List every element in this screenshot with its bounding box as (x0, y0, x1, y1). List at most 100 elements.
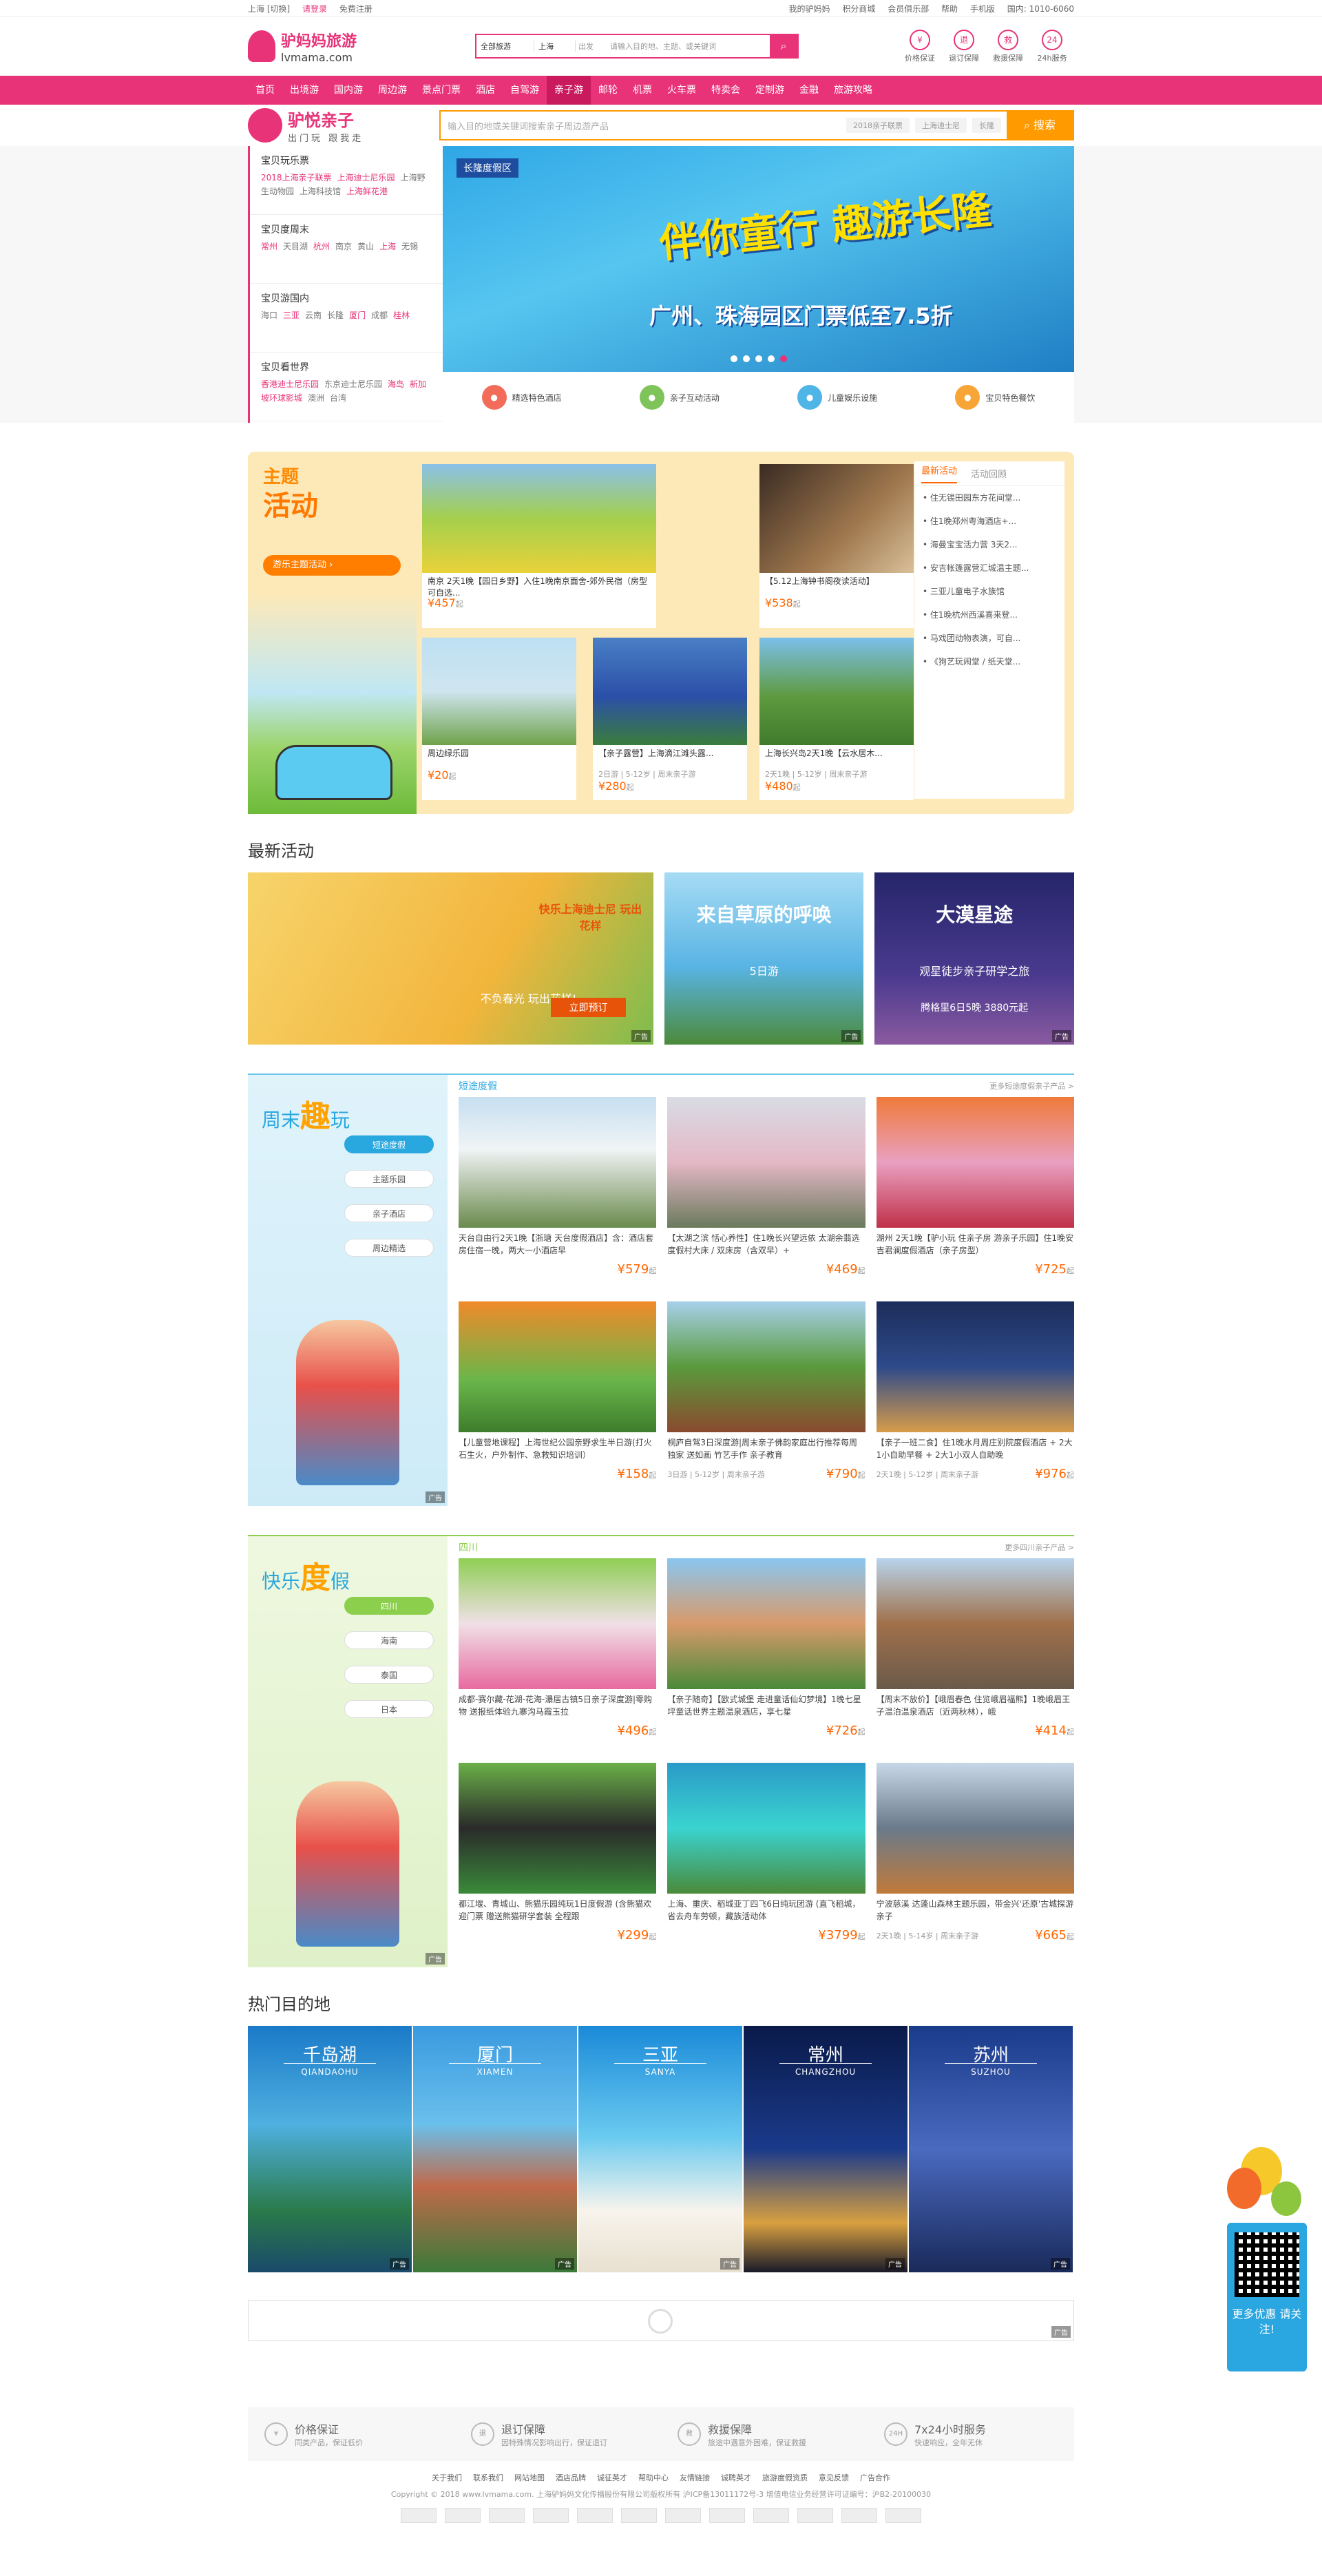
theme-card[interactable]: 【亲子露营】上海滴江滩头露... 2日游 | 5-12岁 | 周末亲子游 ¥280起 (593, 638, 747, 800)
feature-item[interactable]: ● 亲子互动活动 (600, 372, 758, 423)
footer-link[interactable]: 联系我们 (473, 2473, 503, 2482)
category-link[interactable]: 澳洲 (308, 393, 324, 403)
cert-badge-icon[interactable] (665, 2508, 701, 2523)
header-service-item[interactable]: ¥ 价格保证 (898, 29, 942, 63)
category-link[interactable]: 无锡 (401, 242, 418, 251)
top-link[interactable]: 我的驴妈妈 (789, 4, 830, 14)
cert-badge-icon[interactable] (885, 2508, 921, 2523)
theme-card[interactable]: 周边绿乐园 ¥20起 (422, 638, 576, 800)
product-card[interactable]: 【周末不放价】【峨眉春色 住览峨眉福熊】1晚峨眉王子温泊温泉酒店（近两秋林），峨… (876, 1558, 1074, 1753)
banner-dot[interactable] (779, 355, 787, 362)
more-link[interactable]: 更多短途度假亲子产品 > (989, 1080, 1074, 1091)
footer-link[interactable]: 诚征英才 (597, 2473, 627, 2482)
theme-card[interactable]: 【5.12上海钟书阁夜读活动】 ¥538起 (759, 464, 914, 628)
footer-link[interactable]: 旅游度假资质 (762, 2473, 808, 2482)
product-card[interactable]: 【亲子一班二食】住1晚水月周庄别院度假酒店 + 2大1小自助早餐 + 2大1小双… (876, 1301, 1074, 1496)
theme-side-tab[interactable]: 最新活动 (921, 463, 958, 483)
banner-dot[interactable] (767, 355, 775, 362)
product-card[interactable]: 【太湖之滨 恬心养性】住1晚长兴望远依 太湖余翡选度假村大床 / 双床房（含双早… (667, 1097, 865, 1292)
feature-item[interactable]: ● 宝贝特色餐饮 (916, 372, 1074, 423)
theme-side-item[interactable]: • 住1晚杭州西溪喜来登... (914, 603, 1064, 627)
product-card[interactable]: 成都-赛尔藏-花湖-花海-瀑居古镇5日亲子深度游|零购物 送报纸体验九寨沟马霞玉… (459, 1558, 657, 1753)
parent-search-button[interactable]: ⌕ 搜索 (1007, 112, 1073, 139)
cert-badge-icon[interactable] (709, 2508, 745, 2523)
guarantee-item[interactable]: 退退订保障 因特殊情况影响出行，保证退订 (454, 2420, 661, 2448)
search-tag[interactable]: 长隆 (972, 118, 1001, 133)
theme-card[interactable]: 上海长兴岛2天1晚【云水居木... 2天1晚 | 5-12岁 | 周末亲子游 ¥48… (759, 638, 914, 800)
category-link[interactable]: 上海迪士尼乐园 (337, 173, 395, 182)
category-link[interactable]: 海口 (261, 311, 277, 320)
nav-item[interactable]: 特卖会 (704, 76, 748, 105)
guarantee-item[interactable]: 救救援保障 旅途中遇意外困难，保证救援 (661, 2420, 868, 2448)
nav-item[interactable]: 火车票 (660, 76, 704, 105)
cert-badge-icon[interactable] (445, 2508, 481, 2523)
nav-item[interactable]: 周边游 (370, 76, 415, 105)
product-card[interactable]: 桐庐自驾3日深度游|周末亲子佛韵家庭出行推荐每周独家 送如画 竹艺手作 亲子教育… (667, 1301, 865, 1496)
destination-card[interactable]: 三亚 SANYA 广告 (578, 2026, 744, 2272)
footer-link[interactable]: 关于我们 (432, 2473, 462, 2482)
theme-side-item[interactable]: • 马戏团动物表演，可自... (914, 627, 1064, 650)
category-link[interactable]: 天目湖 (283, 242, 308, 251)
banner-dot[interactable] (742, 355, 750, 362)
category-link[interactable]: 2018上海亲子联票 (261, 173, 332, 182)
nav-item[interactable]: 机票 (625, 76, 660, 105)
category-link[interactable]: 桂林 (393, 311, 410, 320)
product-card[interactable]: 湖州 2天1晚【驴小玩 住亲子房 游亲子乐园】住1晚安吉君澜度假酒店（亲子房型）… (876, 1097, 1074, 1292)
theme-side-item[interactable]: • 《狗艺玩闹堂 / 纸天堂... (914, 650, 1064, 673)
header-service-item[interactable]: 24 24h服务 (1030, 29, 1074, 63)
activity-banner[interactable]: 来自草原的呼唤 5日游 广告 (664, 872, 864, 1045)
search-city-select[interactable]: 上海 (534, 41, 576, 52)
footer-link[interactable]: 网站地图 (514, 2473, 545, 2482)
destination-card[interactable]: 千岛湖 QIANDAOHU 广告 (248, 2026, 413, 2272)
footer-link[interactable]: 帮助中心 (638, 2473, 669, 2482)
nav-item[interactable]: 金融 (792, 76, 826, 105)
nav-item[interactable]: 自驾游 (503, 76, 547, 105)
banner-dot[interactable] (730, 355, 737, 362)
nav-item[interactable]: 旅游攻略 (826, 76, 880, 105)
theme-side-item[interactable]: • 海曼宝宝活力营 3天2... (914, 533, 1064, 556)
product-card[interactable]: 【儿童营地课程】上海世纪公园亲野求生半日游(打火石生火，户外制作、急救知识培训）… (459, 1301, 657, 1496)
activity-banner-button[interactable]: 腾格里6日5晚 3880元起 (895, 998, 1053, 1017)
theme-side-tab[interactable]: 活动回顾 (971, 467, 1007, 480)
search-button[interactable]: ⌕ (770, 34, 797, 58)
activity-banner-button[interactable]: 立即预订 (551, 998, 626, 1017)
category-link[interactable]: 三亚 (283, 311, 300, 320)
activity-banner[interactable]: 大漠星途 观星徒步亲子研学之旅 腾格里6日5晚 3880元起 广告 (874, 872, 1074, 1045)
login-link[interactable]: 请登录 (302, 4, 327, 14)
theme-card[interactable]: 南京 2天1晚【园日乡野】入住1晚南京面舍-郊外民宿（房型可自选... ¥457起 (422, 464, 656, 628)
cert-badge-icon[interactable] (753, 2508, 789, 2523)
search-input[interactable]: 请输入目的地、主题、或关键词 (610, 41, 770, 52)
guarantee-item[interactable]: 24H 7x24小时服务 快速响应，全年无休 (868, 2420, 1074, 2448)
cert-badge-icon[interactable] (797, 2508, 833, 2523)
section-tab[interactable]: 短途度假 (344, 1135, 434, 1153)
theme-pill-button[interactable]: 游乐主题活动 › (263, 555, 401, 576)
top-link[interactable]: 积分商城 (842, 4, 875, 14)
footer-link[interactable]: 广告合作 (860, 2473, 890, 2482)
product-card[interactable]: 宁波慈溪 达蓬山森林主题乐园，带金兴'还原'古城探游亲子 2天1晚 | 5-14岁… (876, 1763, 1074, 1958)
search-tag[interactable]: 2018亲子联票 (846, 118, 910, 133)
section-tab[interactable]: 泰国 (344, 1666, 434, 1684)
parent-logo[interactable]: 驴悦亲子 出门玩 跟我走 (248, 107, 413, 144)
theme-side-item[interactable]: • 住1晚郑州粤海酒店+... (914, 510, 1064, 533)
cert-badge-icon[interactable] (401, 2508, 437, 2523)
guarantee-item[interactable]: ¥ 价格保证 同类产品，保证低价 (248, 2420, 454, 2448)
activity-banner[interactable]: 快乐上海迪士尼 玩出花样 不负春光 玩出花样! 立即预订 广告 (248, 872, 653, 1045)
top-link[interactable]: 会员俱乐部 (888, 4, 929, 14)
footer-link[interactable]: 酒店品牌 (556, 2473, 586, 2482)
footer-link[interactable]: 诚聘英才 (721, 2473, 751, 2482)
category-link[interactable]: 成都 (371, 311, 388, 320)
nav-item[interactable]: 定制游 (748, 76, 792, 105)
feature-item[interactable]: ● 精选特色酒店 (443, 372, 600, 423)
search-departure[interactable]: 出发 (576, 41, 610, 52)
category-title[interactable]: 宝贝玩乐票 (261, 154, 432, 168)
category-link[interactable]: 上海科技馆 (300, 187, 341, 196)
search-tag[interactable]: 上海迪士尼 (915, 118, 967, 133)
more-link[interactable]: 更多四川亲子产品 > (1005, 1542, 1074, 1553)
nav-item[interactable]: 首页 (248, 76, 282, 105)
product-card[interactable]: 天台自由行2天1晚【浙瑭 天台度假酒店】含：酒店套房住宿一晚，两大一小酒店早 ¥5… (459, 1097, 657, 1292)
category-link[interactable]: 长隆 (327, 311, 344, 320)
qr-card[interactable]: 更多优惠 请关注! (1227, 2223, 1307, 2371)
section-tab[interactable]: 四川 (344, 1597, 434, 1615)
section-tab[interactable]: 周边精选 (344, 1239, 434, 1257)
category-link[interactable]: 上海 (379, 242, 396, 251)
